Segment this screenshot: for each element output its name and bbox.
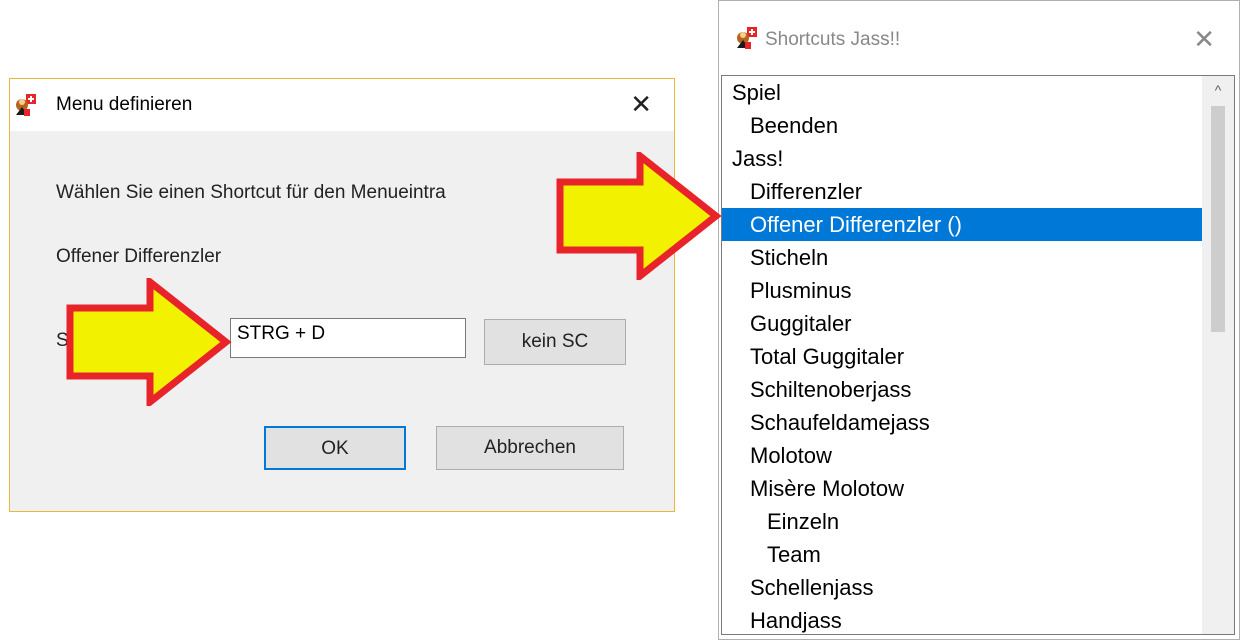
kein-sc-button[interactable]: kein SC <box>484 319 626 365</box>
list-item[interactable]: Beenden <box>722 109 1234 142</box>
list-item[interactable]: Guggitaler <box>722 307 1234 340</box>
ok-button[interactable]: OK <box>264 426 406 470</box>
entry-name-text: Offener Differenzler <box>56 246 222 267</box>
list-item[interactable]: Plusminus <box>722 274 1234 307</box>
shortcut-input[interactable]: STRG + D <box>230 318 466 358</box>
jass-app-icon <box>14 93 38 117</box>
close-icon[interactable]: ✕ <box>1193 26 1215 52</box>
shortcuts-list[interactable]: Spiel Beenden Jass! Differenzler Offener Dif… <box>721 75 1235 635</box>
list-item[interactable]: Differenzler <box>722 175 1234 208</box>
dialog-titlebar[interactable]: Menu definieren ✕ <box>10 79 674 131</box>
close-icon[interactable]: ✕ <box>630 91 652 117</box>
list-item[interactable]: Total Guggitaler <box>722 340 1234 373</box>
prompt-text: Wählen Sie einen Shortcut für den Menuei… <box>56 182 446 203</box>
arrow-right-icon <box>66 278 232 406</box>
list-item[interactable]: Spiel <box>722 76 1234 109</box>
jass-app-icon <box>735 26 759 50</box>
list-item[interactable]: Einzeln <box>722 505 1234 538</box>
scroll-up-icon[interactable]: ^ <box>1202 76 1234 104</box>
scrollbar[interactable]: ^ <box>1202 76 1234 634</box>
arrow-right-icon <box>556 152 722 280</box>
list-item[interactable]: Schiltenoberjass <box>722 373 1234 406</box>
list-item[interactable]: Handjass <box>722 604 1234 634</box>
shortcuts-window: Shortcuts Jass!! ✕ Spiel Beenden Jass! Diff… <box>718 0 1240 640</box>
list-item[interactable]: Schellenjass <box>722 571 1234 604</box>
list-item[interactable]: Misère Molotow <box>722 472 1234 505</box>
list-item[interactable]: Schaufeldamejass <box>722 406 1234 439</box>
list-item[interactable]: Team <box>722 538 1234 571</box>
cancel-button[interactable]: Abbrechen <box>436 426 624 470</box>
scroll-thumb[interactable] <box>1211 106 1225 332</box>
list-item[interactable]: Sticheln <box>722 241 1234 274</box>
list-item[interactable]: Jass! <box>722 142 1234 175</box>
list-items: Spiel Beenden Jass! Differenzler Offener Dif… <box>722 76 1234 634</box>
window-title: Shortcuts Jass!! <box>765 29 901 50</box>
list-item-selected[interactable]: Offener Differenzler () <box>722 208 1206 241</box>
list-item[interactable]: Molotow <box>722 439 1234 472</box>
dialog-title: Menu definieren <box>56 94 193 115</box>
